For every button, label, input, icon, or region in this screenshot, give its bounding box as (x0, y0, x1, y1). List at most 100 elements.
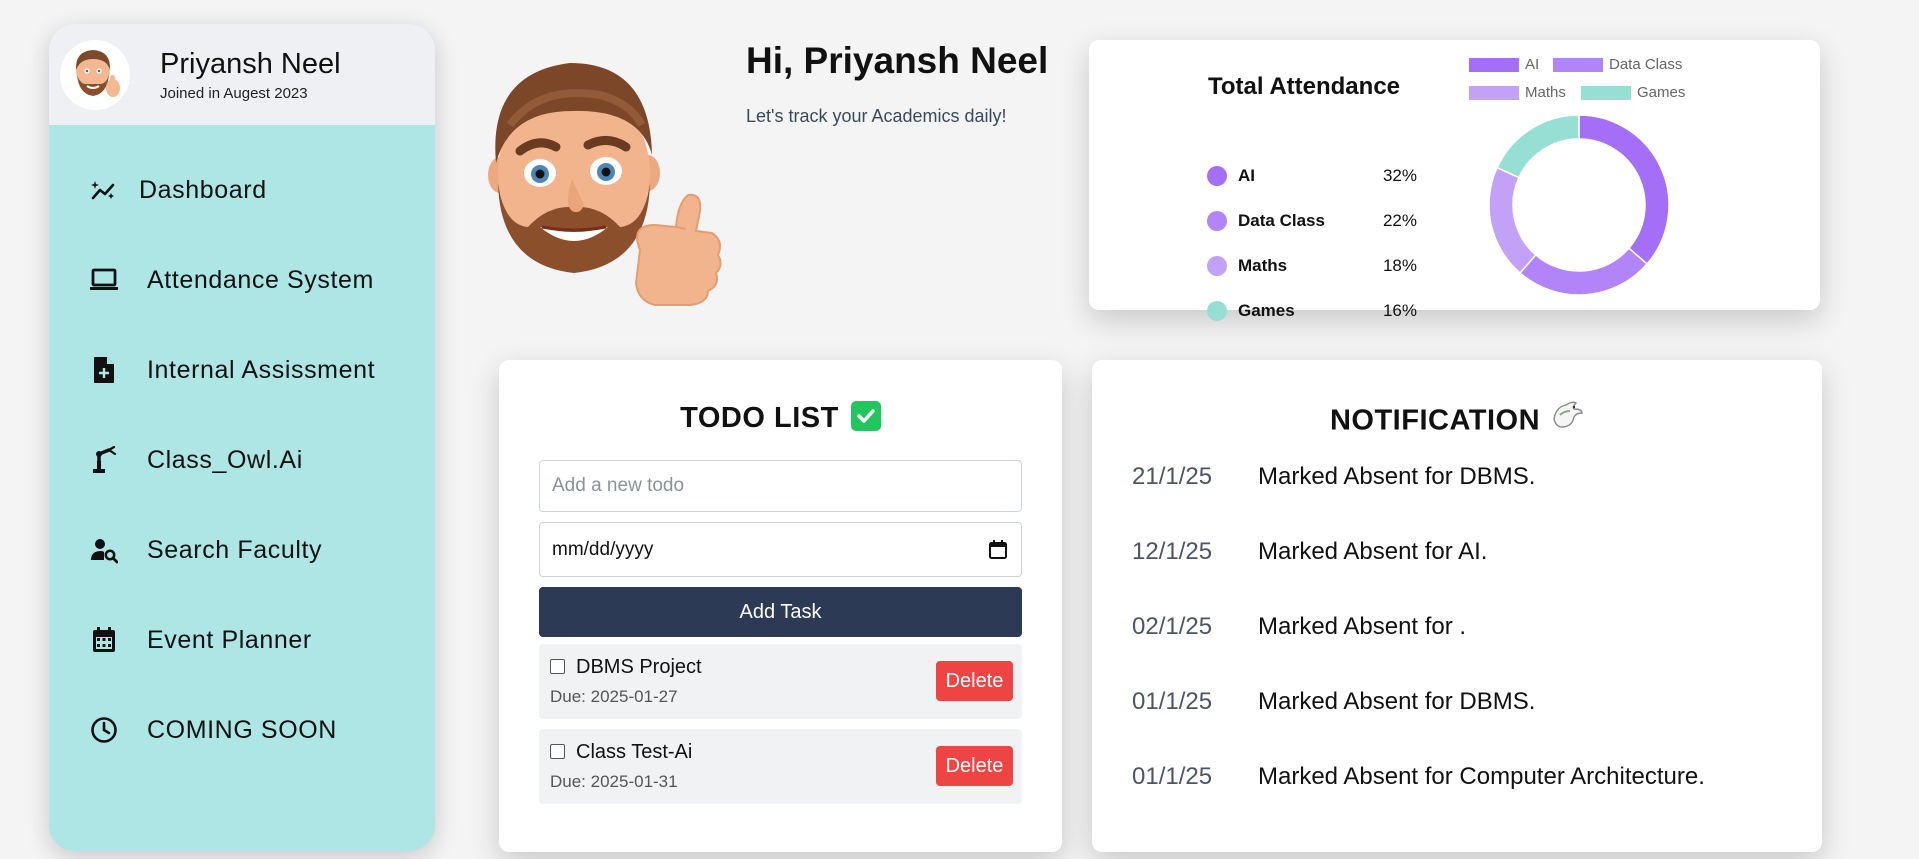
donut-slice-data-class[interactable] (1519, 247, 1649, 296)
donut-slice-games[interactable] (1496, 114, 1580, 179)
legend-swatch (1469, 57, 1519, 72)
attendance-row-data-class: Data Class 22% (1207, 209, 1417, 233)
notification-message: Marked Absent for Computer Architecture. (1258, 763, 1705, 790)
new-todo-input[interactable] (539, 460, 1022, 512)
dove-icon (1550, 399, 1584, 439)
notification-message: Marked Absent for DBMS. (1258, 463, 1536, 490)
sidebar-item-event-planner[interactable]: Event Planner (49, 595, 435, 685)
page-title: Hi, Priyansh Neel (746, 40, 1049, 81)
total-attendance-card: Total Attendance AI 32% Data Class 22% M… (1089, 40, 1820, 321)
sidebar-nav: Dashboard Attendance System Internal Ass… (49, 125, 435, 775)
notification-title: NOTIFICATION (1092, 399, 1822, 442)
sidebar: Priyansh Neel Joined in Augest 2023 Dash… (49, 24, 435, 851)
sidebar-item-label: Internal Assissment (147, 355, 376, 384)
attendance-row-maths: Maths 18% (1207, 254, 1417, 278)
chart-sparkle-icon (89, 175, 119, 205)
delete-button[interactable]: Delete (936, 661, 1013, 701)
date-placeholder: mm/dd/yyyy (552, 538, 654, 560)
check-mark-icon (850, 401, 881, 432)
todo-title: TODO LIST (499, 401, 1062, 435)
sidebar-item-label: Dashboard (139, 175, 267, 204)
donut-slice-ai[interactable] (1578, 114, 1670, 265)
notification-message: Marked Absent for AI. (1258, 538, 1488, 565)
sidebar-item-label: COMING SOON (147, 715, 337, 744)
clock-icon (89, 715, 119, 745)
sidebar-item-attendance-system[interactable]: Attendance System (49, 235, 435, 325)
attendance-dot (1207, 256, 1227, 276)
notification-date: 21/1/25 (1132, 463, 1213, 490)
profile-joined-date: Joined in Augest 2023 (160, 85, 308, 102)
legend-label: Maths (1525, 84, 1566, 101)
calendar-picker-icon[interactable] (987, 539, 1009, 561)
legend-item-data-class[interactable]: Data Class (1553, 56, 1682, 73)
attendance-dot (1207, 301, 1227, 321)
person-search-icon (89, 535, 119, 565)
attendance-percent: 18% (1382, 256, 1417, 275)
sidebar-item-class-owl-ai[interactable]: Class_Owl.Ai (49, 415, 435, 505)
sidebar-item-dashboard[interactable]: Dashboard (49, 145, 435, 235)
legend-swatch (1581, 85, 1631, 100)
notification-message: Marked Absent for . (1258, 613, 1467, 640)
legend-item-maths[interactable]: Maths (1469, 84, 1566, 101)
sidebar-item-label: Class_Owl.Ai (147, 445, 303, 474)
notification-date: 02/1/25 (1132, 613, 1213, 640)
legend-swatch (1469, 85, 1519, 100)
memoji-avatar-icon (75, 49, 120, 97)
legend-item-ai[interactable]: AI (1469, 56, 1539, 73)
attendance-subject: Maths (1238, 256, 1288, 275)
attendance-row-games: Games 16% (1207, 299, 1417, 323)
sidebar-item-internal-assessment[interactable]: Internal Assissment (49, 325, 435, 415)
todo-item-due: Due: 2025-01-27 (550, 687, 678, 706)
notification-card: NOTIFICATION 21/1/25 Marked Absent for D… (1092, 360, 1822, 852)
attendance-subject: AI (1238, 166, 1255, 185)
notification-item[interactable]: 01/1/25 Marked Absent for Computer Archi… (1132, 763, 1705, 791)
add-task-button[interactable]: Add Task (539, 587, 1022, 637)
delete-button[interactable]: Delete (936, 746, 1013, 786)
laptop-icon (89, 265, 119, 295)
todo-checkbox[interactable] (550, 659, 565, 674)
notification-message: Marked Absent for DBMS. (1258, 688, 1536, 715)
notification-date: 12/1/25 (1132, 538, 1213, 565)
todo-item: Class Test-Ai Due: 2025-01-31 Delete (539, 729, 1022, 804)
legend-label: Games (1637, 84, 1686, 101)
donut-slice-maths[interactable] (1488, 166, 1537, 275)
attendance-subject: Data Class (1238, 211, 1325, 230)
todo-checkbox[interactable] (550, 744, 565, 759)
profile-header: Priyansh Neel Joined in Augest 2023 (49, 24, 435, 125)
attendance-subject: Games (1238, 301, 1295, 320)
legend-label: Data Class (1609, 56, 1683, 73)
attendance-dot (1207, 211, 1227, 231)
legend-swatch (1553, 57, 1603, 72)
robot-arm-icon (89, 445, 119, 475)
sidebar-item-coming-soon[interactable]: COMING SOON (49, 685, 435, 775)
notification-item[interactable]: 12/1/25 Marked Absent for AI. (1132, 538, 1487, 566)
notification-item[interactable]: 21/1/25 Marked Absent for DBMS. (1132, 463, 1535, 491)
legend-item-games[interactable]: Games (1581, 84, 1685, 101)
memoji-thumbs-up-icon (488, 63, 722, 306)
todo-item-name: DBMS Project (576, 656, 702, 678)
page-subtitle: Let's track your Academics daily! (746, 106, 1007, 126)
sidebar-item-label: Event Planner (147, 625, 312, 654)
notification-item[interactable]: 01/1/25 Marked Absent for DBMS. (1132, 688, 1535, 716)
attendance-dot (1207, 166, 1227, 186)
sidebar-item-label: Search Faculty (147, 535, 323, 564)
attendance-title: Total Attendance (1208, 73, 1401, 100)
attendance-row-ai: AI 32% (1207, 164, 1417, 188)
notification-item[interactable]: 02/1/25 Marked Absent for . (1132, 613, 1466, 641)
attendance-donut-chart (1488, 114, 1670, 296)
legend-label: AI (1525, 56, 1540, 73)
due-date-input[interactable]: mm/dd/yyyy (539, 522, 1022, 577)
sidebar-item-label: Attendance System (147, 265, 374, 294)
avatar[interactable] (60, 39, 130, 110)
profile-name: Priyansh Neel (160, 48, 341, 80)
calendar-icon (89, 625, 119, 655)
notification-title-text: NOTIFICATION (1329, 404, 1541, 437)
todo-list-card: TODO LIST mm/dd/yyyy Add Task DBMS Proje… (499, 360, 1062, 852)
sidebar-item-search-faculty[interactable]: Search Faculty (49, 505, 435, 595)
file-add-icon (89, 355, 119, 385)
notification-date: 01/1/25 (1132, 688, 1213, 715)
todo-item-name: Class Test-Ai (576, 741, 693, 763)
hero-memoji-avatar (480, 55, 725, 310)
attendance-percent: 22% (1382, 211, 1417, 230)
attendance-percent: 32% (1382, 166, 1417, 185)
